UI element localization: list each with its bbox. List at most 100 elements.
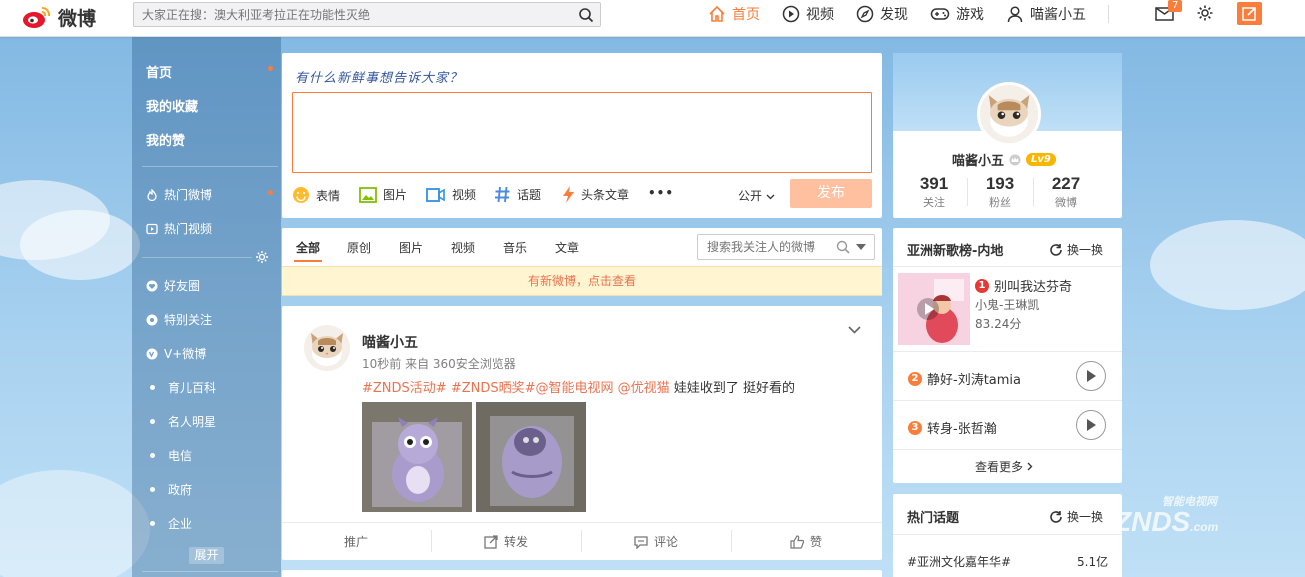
search-input[interactable] [134,7,572,22]
see-more-link[interactable]: 查看更多 [975,458,1033,475]
post-image[interactable] [476,402,586,512]
topic-name[interactable]: #亚洲文化嘉年华# [907,553,1011,570]
left-nav-likes[interactable]: 我的赞 [146,130,185,149]
nav-games-label: 游戏 [956,7,984,23]
level-badge[interactable]: Lv9 [1026,153,1056,166]
post-text: #ZNDS活动# #ZNDS晒奖#@智能电视网 @优视猫 娃娃收到了 挺好看的 [362,377,795,396]
tab-videos[interactable]: 视频 [451,239,475,256]
refresh-label: 换一换 [1067,243,1104,257]
article-tool[interactable]: 头条文章 [562,186,629,203]
profile-avatar[interactable] [977,82,1041,146]
nav-discover[interactable]: 发现 [856,0,908,28]
left-nav-group-government[interactable]: 政府 [146,481,192,498]
post-image[interactable] [362,402,472,512]
play-button[interactable] [1076,361,1106,391]
profile-name[interactable]: 喵酱小五 [952,150,1004,169]
like-button[interactable]: 赞 [790,533,822,550]
group-label: 电信 [168,449,193,463]
tab-images[interactable]: 图片 [399,239,423,256]
tab-original[interactable]: 原创 [347,239,371,256]
expand-button[interactable]: 展开 [189,547,224,564]
caret-down-icon[interactable] [856,244,866,250]
left-nav-group-enterprise[interactable]: 企业 [146,515,192,532]
song-title[interactable]: 3 转身-张哲瀚 [908,418,997,437]
stat-posts[interactable]: 227 微博 [1036,174,1096,210]
left-nav-special-follow[interactable]: 特别关注 [146,311,212,328]
group-label: 企业 [168,517,193,531]
left-nav-favorites[interactable]: 我的收藏 [146,96,198,115]
gear-icon[interactable] [255,250,269,264]
new-posts-notice[interactable]: 有新微博，点击查看 [282,266,882,296]
post-tag-link[interactable]: #ZNDS活动# [362,381,447,396]
unread-dot [268,66,273,71]
nav-games[interactable]: 游戏 [930,0,984,28]
stat-label: 微博 [1055,196,1077,209]
bullet-icon [150,521,155,526]
flame-icon [147,188,157,201]
music-chart-title: 亚洲新歌榜-内地 [907,244,1004,259]
left-nav-group-telecom[interactable]: 电信 [146,447,192,464]
left-nav-friends-circle[interactable]: 好友圈 [146,277,200,294]
publish-button[interactable]: 发布 [790,179,872,208]
chevron-down-icon[interactable] [848,326,861,334]
video-label: 视频 [452,188,477,202]
post-meta: 10秒前 来自 360安全浏览器 [362,357,516,371]
post-author-avatar[interactable] [304,325,350,371]
feed-search [697,234,875,260]
song-artist[interactable]: 小鬼-王琳凯 [975,296,1039,313]
post-tag-link[interactable]: #ZNDS晒奖# [451,381,536,396]
search-icon[interactable] [836,240,850,254]
song-title[interactable]: 2 静好-刘涛tamia [908,369,1021,388]
publisher-textarea[interactable] [292,92,872,173]
post-mention-link[interactable]: @优视猫 [618,381,670,396]
emoji-label: 表情 [316,188,341,203]
left-nav-hot-video[interactable]: 热门视频 [146,220,212,237]
music-refresh-button[interactable]: 换一换 [1049,241,1103,258]
left-nav-divider [142,571,278,572]
topics-refresh-button[interactable]: 换一换 [1049,508,1103,525]
more-tools-button[interactable]: ••• [648,186,674,200]
search-icon[interactable] [572,3,600,26]
section-divider [893,449,1122,450]
left-nav-home[interactable]: 首页 [146,62,172,81]
chevron-right-icon [1027,462,1033,471]
tab-active-underline [294,260,322,262]
album-cover[interactable] [898,273,970,345]
left-nav-group-celebrities[interactable]: 名人明星 [146,413,216,430]
emoji-tool[interactable]: 表情 [292,186,340,204]
weibo-logo[interactable]: 微博 [22,2,112,32]
song-title[interactable]: 1 别叫我达芬奇 [975,276,1072,295]
stat-divider [1033,178,1034,206]
tab-music[interactable]: 音乐 [503,239,527,256]
repost-button[interactable]: 转发 [484,533,528,550]
play-icon [1087,419,1096,431]
nav-video[interactable]: 视频 [782,0,834,28]
plush-toy-photo [362,402,472,512]
visibility-select[interactable]: 公开 [738,187,775,204]
image-tool[interactable]: 图片 [359,186,407,203]
nav-home[interactable]: 首页 [708,0,760,28]
next-post-card [282,570,882,577]
comment-button[interactable]: 评论 [634,533,678,550]
tab-all[interactable]: 全部 [296,239,320,256]
stat-following[interactable]: 391 关注 [904,174,964,210]
post-actions-divider [282,522,882,523]
compose-button[interactable] [1237,2,1262,25]
play-button[interactable] [1076,410,1106,440]
post-author-name[interactable]: 喵酱小五 [362,332,418,352]
video-play-icon [146,223,158,234]
video-tool[interactable]: 视频 [426,186,476,203]
settings-button[interactable] [1196,4,1214,25]
special-follow-label: 特别关注 [164,313,213,327]
repost-label: 转发 [504,535,529,549]
post-mention-link[interactable]: @智能电视网 [536,381,614,396]
feed-search-input[interactable] [698,240,836,254]
topic-tool[interactable]: 话题 [494,186,541,203]
tab-articles[interactable]: 文章 [555,239,579,256]
left-nav-vplus[interactable]: V+微博 [146,345,206,362]
stat-followers[interactable]: 193 粉丝 [970,174,1030,210]
promote-button[interactable]: 推广 [344,533,368,550]
left-nav-group-parenting[interactable]: 育儿百科 [146,379,216,396]
left-nav-hot-weibo[interactable]: 热门微博 [146,186,212,203]
nav-profile[interactable]: 喵酱小五 [1006,0,1086,28]
